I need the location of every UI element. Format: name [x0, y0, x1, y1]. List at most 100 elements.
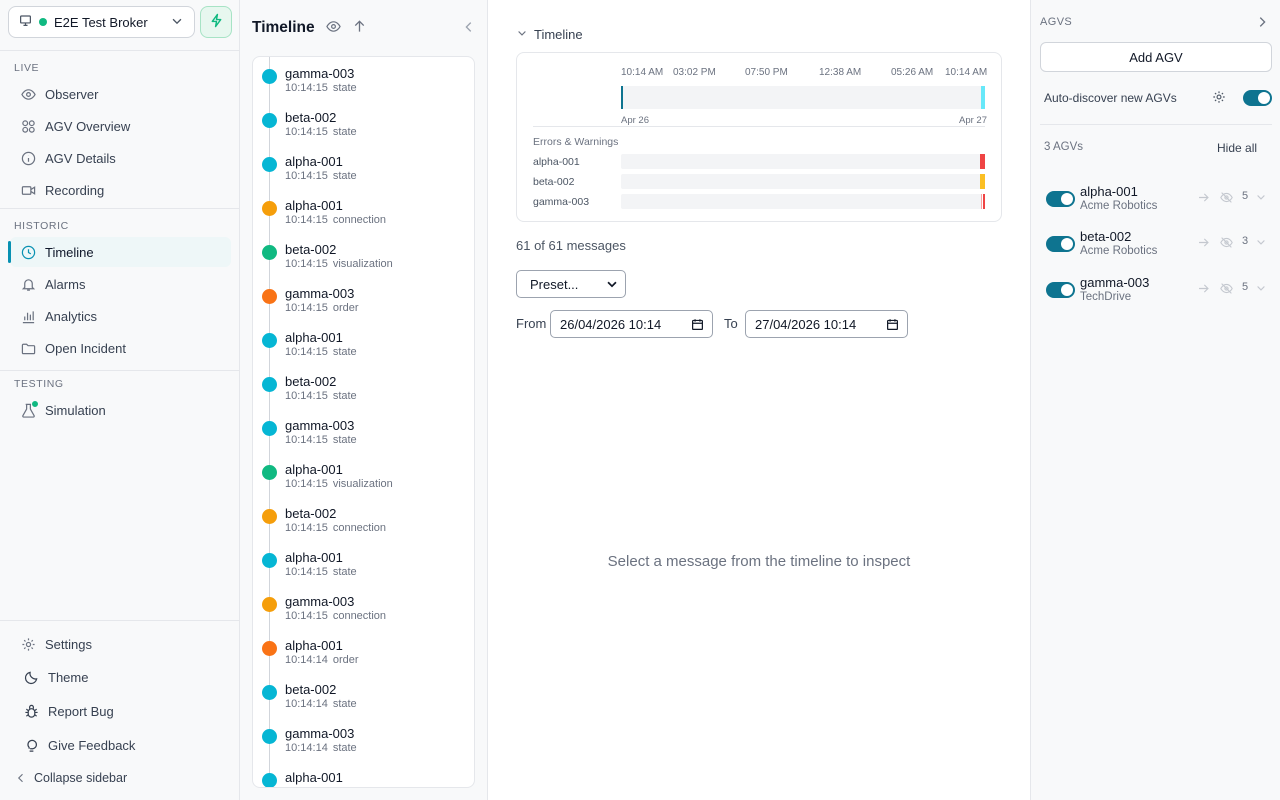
sidebar-item-label: AGV Details — [45, 150, 116, 166]
settings-button[interactable]: Settings — [10, 629, 231, 659]
folder-icon — [21, 341, 36, 356]
timeline-item-agv: beta-002 — [285, 682, 337, 697]
timeline-item-type: state — [332, 126, 357, 138]
eye-off-icon[interactable] — [1220, 191, 1233, 207]
timeline-item-meta: 10:14:14 state — [285, 698, 357, 710]
chevron-down-icon — [516, 27, 528, 42]
arrow-up-icon[interactable] — [352, 19, 367, 37]
agv-visibility-toggle[interactable] — [1046, 236, 1075, 252]
timeline-item-type: order — [332, 654, 359, 666]
timeline-item[interactable]: alpha-001 10:14:15 visualization — [253, 453, 474, 497]
timeline-tick: 05:26 AM — [891, 67, 934, 78]
range-start-handle[interactable] — [621, 86, 623, 109]
sidebar-item-label: Observer — [45, 86, 99, 102]
give-feedback-button[interactable]: Give Feedback — [10, 730, 231, 760]
sidebar-item-label: Recording — [45, 182, 105, 198]
error-marker[interactable] — [980, 154, 985, 169]
timeline-item-time: 10:14:15 — [285, 390, 328, 402]
timeline-item[interactable]: beta-002 10:14:15 connection — [253, 497, 474, 541]
timeline-item[interactable]: alpha-001 10:14:15 connection — [253, 189, 474, 233]
give-feedback-label: Give Feedback — [48, 737, 136, 753]
error-track — [621, 154, 985, 169]
agv-visibility-toggle[interactable] — [1046, 191, 1075, 207]
from-date-input[interactable]: 26/04/2026 10:14 — [550, 310, 713, 338]
calendar-icon[interactable] — [691, 318, 704, 334]
gear-icon[interactable] — [1212, 90, 1226, 107]
timeline-section-toggle[interactable]: Timeline — [516, 27, 583, 42]
timeline-message-list[interactable]: gamma-003 10:14:15 state beta-002 10:14:15 st… — [252, 56, 475, 788]
preset-select[interactable]: Preset... — [516, 270, 626, 298]
sidebar-item-agv-details[interactable]: AGV Details — [10, 143, 231, 173]
agv-visibility-toggle[interactable] — [1046, 282, 1075, 298]
chevron-down-icon[interactable] — [1255, 282, 1267, 297]
agv-panel-title: AGVS — [1040, 16, 1073, 28]
timeline-item[interactable]: alpha-001 10:14:15 state — [253, 145, 474, 189]
timeline-item[interactable]: beta-002 10:14:15 visualization — [253, 233, 474, 277]
timeline-item[interactable]: gamma-003 10:14:15 connection — [253, 585, 474, 629]
sidebar-item-agv-overview[interactable]: AGV Overview — [10, 111, 231, 141]
timeline-item[interactable]: alpha-001 — [253, 761, 474, 787]
to-date-input[interactable]: 27/04/2026 10:14 — [745, 310, 908, 338]
error-track — [621, 174, 985, 189]
chevron-down-icon[interactable] — [1255, 191, 1267, 206]
sidebar-item-recording[interactable]: Recording — [10, 175, 231, 205]
timeline-item[interactable]: gamma-003 10:14:15 state — [253, 409, 474, 453]
timeline-item[interactable]: alpha-001 10:14:14 order — [253, 629, 474, 673]
eye-off-icon[interactable] — [1220, 282, 1233, 298]
agv-name: alpha-001 — [1080, 184, 1138, 199]
timeline-item-time: 10:14:15 — [285, 258, 328, 270]
sidebar-item-timeline[interactable]: Timeline — [8, 237, 231, 267]
sidebar-item-analytics[interactable]: Analytics — [10, 301, 231, 331]
timeline-panel-header: Timeline — [252, 16, 476, 40]
timeline-item-meta: 10:14:15 state — [285, 346, 357, 358]
chevron-down-icon[interactable] — [1255, 236, 1267, 251]
error-marker[interactable] — [981, 194, 985, 209]
timeline-item-agv: gamma-003 — [285, 66, 355, 81]
collapse-panel-icon[interactable] — [462, 20, 476, 37]
eye-off-icon[interactable] — [1220, 236, 1233, 252]
timeline-item[interactable]: alpha-001 10:14:15 state — [253, 541, 474, 585]
timeline-item-time: 10:14:14 — [285, 654, 328, 666]
theme-button[interactable]: Theme — [10, 662, 231, 692]
timeline-item[interactable]: beta-002 10:14:14 state — [253, 673, 474, 717]
report-bug-button[interactable]: Report Bug — [10, 696, 231, 726]
timeline-item-type: state — [332, 566, 357, 578]
timeline-item[interactable]: alpha-001 10:14:15 state — [253, 321, 474, 365]
timeline-item-meta: 10:14:15 visualization — [285, 258, 393, 270]
timeline-item[interactable]: gamma-003 10:14:15 state — [253, 57, 474, 101]
arrow-right-icon[interactable] — [1197, 282, 1210, 298]
timeline-item-agv: alpha-001 — [285, 154, 343, 169]
timeline-item[interactable]: beta-002 10:14:15 state — [253, 101, 474, 145]
add-agv-button[interactable]: Add AGV — [1040, 42, 1272, 72]
hide-all-button[interactable]: Hide all — [1217, 141, 1257, 155]
sidebar-item-alarms[interactable]: Alarms — [10, 269, 231, 299]
warning-marker[interactable] — [980, 174, 985, 189]
message-type-dot — [262, 641, 277, 656]
timeline-item-agv: beta-002 — [285, 374, 337, 389]
eye-icon[interactable] — [325, 19, 341, 37]
sidebar-item-open-incident[interactable]: Open Incident — [10, 333, 231, 363]
chevron-right-icon[interactable] — [1255, 15, 1269, 32]
sidebar-item-simulation[interactable]: Simulation — [10, 395, 231, 425]
timeline-item[interactable]: gamma-003 10:14:15 order — [253, 277, 474, 321]
arrow-right-icon[interactable] — [1197, 191, 1210, 207]
timeline-range-bar[interactable] — [621, 86, 985, 109]
calendar-icon[interactable] — [886, 318, 899, 334]
timeline-item[interactable]: gamma-003 10:14:14 state — [253, 717, 474, 761]
range-end-handle[interactable] — [981, 86, 985, 109]
message-type-dot — [262, 553, 277, 568]
quick-connect-button[interactable] — [200, 6, 232, 38]
message-type-dot — [262, 597, 277, 612]
arrow-right-icon[interactable] — [1197, 236, 1210, 252]
broker-select[interactable]: E2E Test Broker — [8, 6, 195, 38]
error-track — [621, 194, 985, 209]
timeline-panel-title: Timeline — [252, 19, 315, 36]
timeline-item-meta: 10:14:14 order — [285, 654, 359, 666]
sidebar-item-observer[interactable]: Observer — [10, 79, 231, 109]
collapse-sidebar-button[interactable]: Collapse sidebar — [10, 763, 231, 793]
timeline-item[interactable]: beta-002 10:14:15 state — [253, 365, 474, 409]
auto-discover-toggle[interactable] — [1243, 90, 1272, 106]
chevron-down-icon — [170, 14, 184, 31]
message-type-dot — [262, 289, 277, 304]
agv-row: beta-002 Acme Robotics 3 — [1044, 229, 1272, 263]
